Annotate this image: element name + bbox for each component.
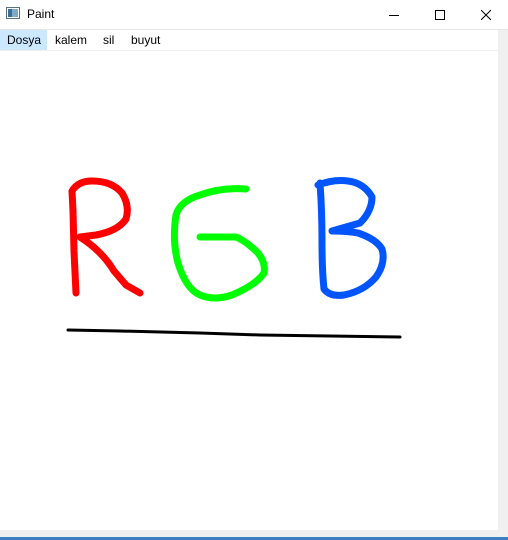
window-title: Paint (27, 7, 55, 21)
letter-r-stroke (68, 177, 144, 297)
paint-window: Paint Dosya kalem sil buyut (0, 0, 508, 540)
close-icon (481, 9, 491, 20)
menu-bar: Dosya kalem sil buyut (0, 30, 498, 51)
close-button[interactable] (463, 0, 508, 29)
title-bar[interactable]: Paint (0, 0, 508, 29)
letter-g-stroke (170, 185, 268, 302)
drawing-canvas[interactable] (0, 51, 498, 530)
letter-b-stroke (314, 177, 387, 299)
underline-stroke (66, 328, 402, 339)
minimize-icon (389, 14, 399, 16)
menu-item-kalem[interactable]: kalem (48, 30, 96, 50)
maximize-button[interactable] (417, 0, 463, 29)
maximize-icon (435, 9, 445, 20)
menu-item-dosya[interactable]: Dosya (0, 30, 47, 50)
menu-item-sil[interactable]: sil (96, 30, 124, 50)
minimize-button[interactable] (371, 0, 417, 29)
app-icon (6, 7, 20, 19)
menu-item-buyut[interactable]: buyut (124, 30, 170, 50)
vertical-scrollbar[interactable] (498, 30, 508, 540)
